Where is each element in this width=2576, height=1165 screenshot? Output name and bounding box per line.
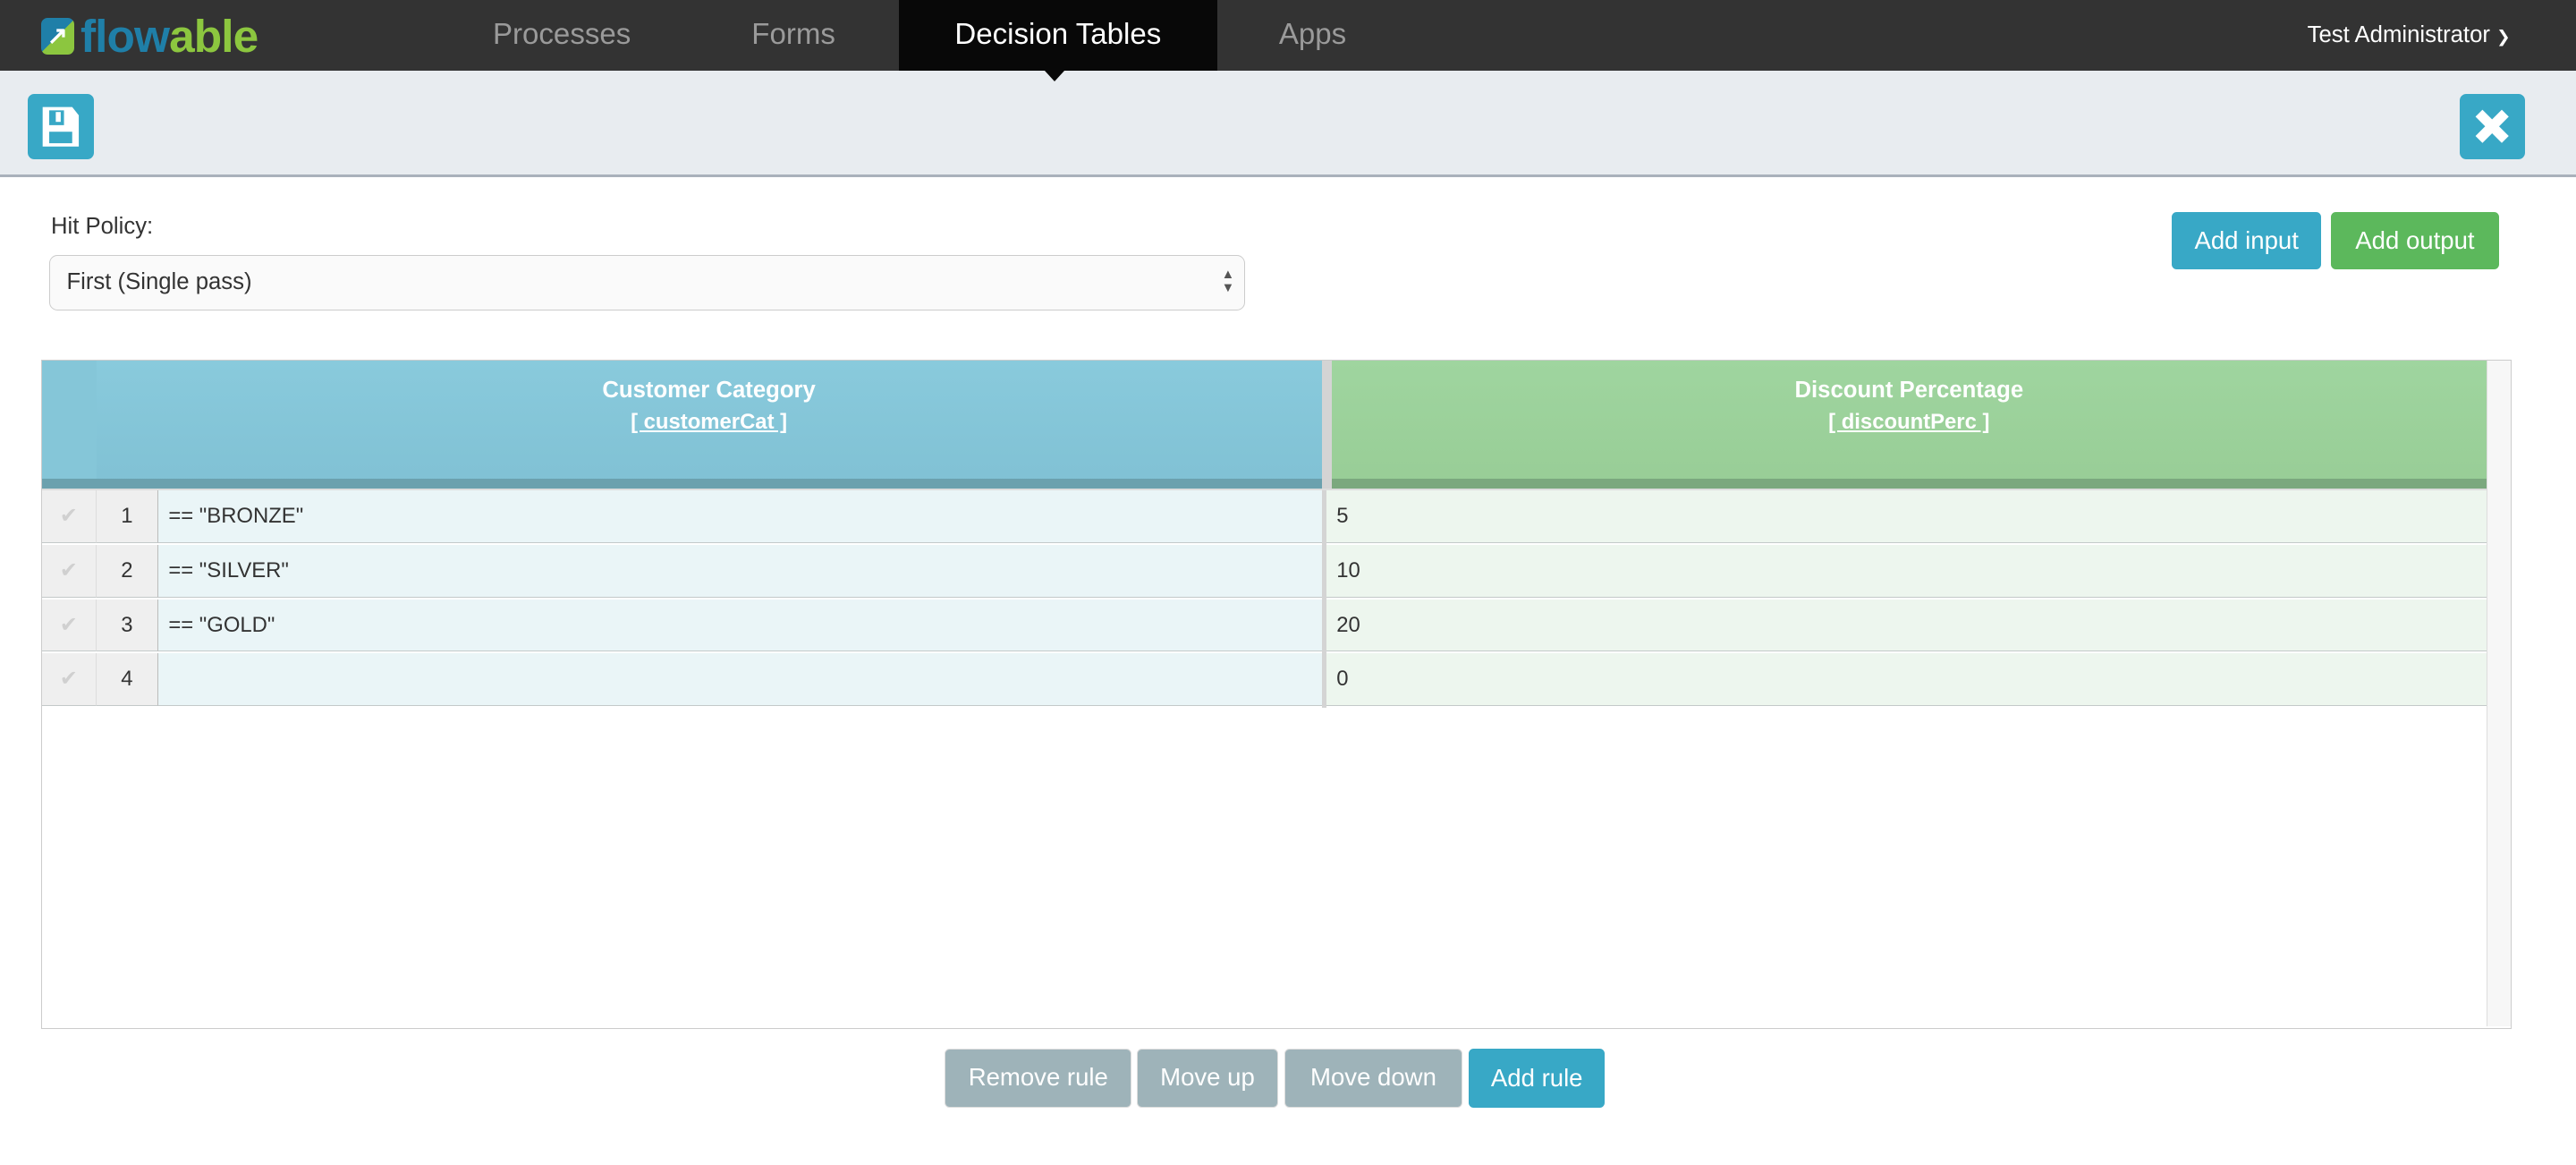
floppy-disk-icon (42, 106, 80, 147)
table-row[interactable]: ✔ 1 == "BRONZE" 5 (41, 490, 2487, 545)
nav-forms[interactable]: Forms (709, 0, 877, 71)
row-number: 1 (96, 490, 159, 544)
row-check-icon[interactable]: ✔ (41, 599, 97, 652)
select-arrows-icon: ▲ ▼ (1221, 268, 1235, 296)
input-cell[interactable]: == "GOLD" (158, 599, 1324, 652)
input-cell[interactable]: == "SILVER" (158, 544, 1324, 598)
row-check-icon[interactable]: ✔ (41, 490, 97, 544)
move-up-button[interactable]: Move up (1136, 1048, 1278, 1108)
row-check-icon[interactable]: ✔ (41, 653, 97, 706)
user-menu[interactable]: Test Administrator ❯ (2308, 0, 2511, 71)
logo-arrow-icon: ↗ (40, 18, 74, 55)
chevron-down-icon: ❯ (2496, 27, 2511, 46)
top-navbar: ↗ flowable Processes Forms Decision Tabl… (0, 0, 2576, 71)
input-column-header[interactable]: Customer Category [ customerCat ] (96, 361, 1322, 489)
input-cell[interactable]: == "BRONZE" (158, 490, 1324, 544)
active-tab-caret (1045, 70, 1065, 81)
output-cell[interactable]: 0 (1326, 653, 2487, 706)
save-button[interactable] (28, 93, 94, 160)
decision-table: Customer Category [ customerCat ] Discou… (40, 360, 2512, 1029)
nav-processes[interactable]: Processes (463, 0, 660, 71)
close-button[interactable] (2459, 93, 2525, 160)
add-rule-button[interactable]: Add rule (1469, 1048, 1606, 1108)
hit-policy-label: Hit Policy: (50, 213, 154, 239)
row-number: 2 (96, 544, 159, 598)
column-resize-handle[interactable] (1321, 361, 1332, 489)
flowable-logo[interactable]: ↗ flowable (40, 13, 258, 58)
header-corner (41, 361, 97, 489)
editor-toolbar (0, 70, 2576, 177)
nav-apps[interactable]: Apps (1233, 0, 1394, 71)
row-check-icon[interactable]: ✔ (41, 544, 97, 598)
add-output-button[interactable]: Add output (2331, 211, 2499, 270)
table-row[interactable]: ✔ 3 == "GOLD" 20 (41, 599, 2487, 654)
remove-rule-button[interactable]: Remove rule (945, 1048, 1132, 1108)
user-name: Test Administrator (2307, 22, 2490, 47)
output-cell[interactable]: 10 (1326, 544, 2487, 598)
input-column-title: Customer Category (602, 377, 816, 403)
hit-policy-select[interactable]: First (Single pass) ▲ ▼ (49, 254, 1246, 311)
output-cell[interactable]: 20 (1326, 599, 2487, 652)
nav-decision-tables[interactable]: Decision Tables (898, 0, 1217, 71)
row-number: 3 (96, 599, 159, 652)
close-x-icon (2475, 109, 2509, 143)
move-down-button[interactable]: Move down (1284, 1048, 1462, 1108)
output-column-variable[interactable]: [ discountPerc ] (1332, 410, 2487, 435)
output-column-header[interactable]: Discount Percentage [ discountPerc ] (1331, 361, 2487, 489)
output-column-title: Discount Percentage (1794, 377, 2024, 403)
table-row[interactable]: ✔ 2 == "SILVER" 10 (41, 544, 2487, 600)
vertical-scrollbar[interactable] (2486, 361, 2511, 1027)
input-column-variable[interactable]: [ customerCat ] (97, 410, 1322, 435)
row-number: 4 (96, 653, 159, 706)
table-row[interactable]: ✔ 4 0 (41, 653, 2487, 708)
add-input-button[interactable]: Add input (2172, 211, 2322, 270)
input-cell[interactable] (158, 653, 1324, 706)
output-cell[interactable]: 5 (1326, 490, 2487, 544)
